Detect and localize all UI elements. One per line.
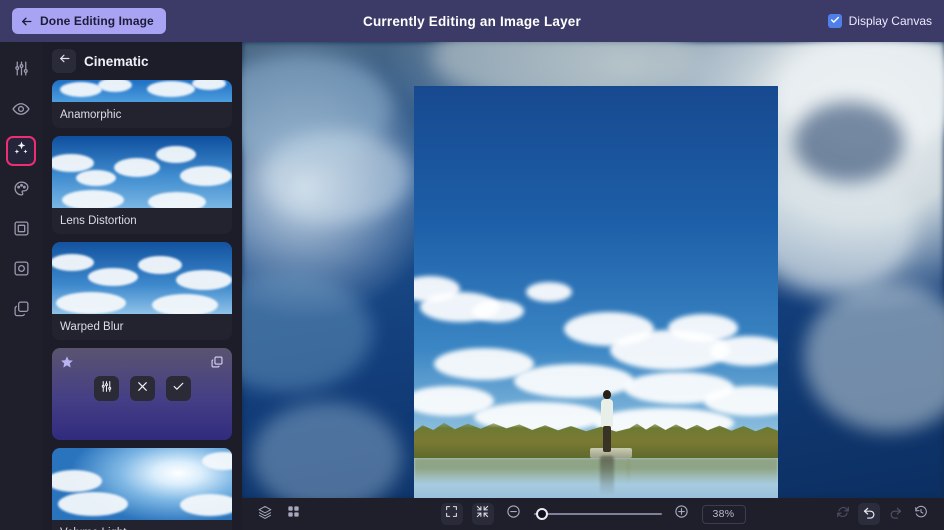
bottom-left-tools: [254, 503, 304, 525]
frame-icon: [13, 220, 30, 242]
panel-title: Cinematic: [84, 53, 149, 69]
grid-view-button[interactable]: [282, 503, 304, 525]
eye-icon: [12, 100, 30, 123]
panel-header: Cinematic: [42, 42, 242, 80]
rail-item-frame[interactable]: [6, 216, 36, 246]
undo-icon: [862, 504, 877, 524]
sliders-icon: [100, 380, 113, 398]
done-editing-image-label: Done Editing Image: [40, 14, 154, 28]
reset-button[interactable]: [832, 503, 854, 525]
layers-stack-button[interactable]: [254, 503, 276, 525]
effect-card-anamorphic[interactable]: Anamorphic: [52, 80, 232, 128]
grass-reflection-right: [628, 458, 778, 484]
collapse-corners-icon: [476, 505, 489, 523]
adjustments-icon: [13, 60, 30, 82]
arrow-left-icon: [20, 15, 33, 28]
effect-card-actions: [52, 376, 232, 401]
crop-focus-icon: [13, 260, 30, 282]
effect-card-label: Warped Blur: [60, 321, 124, 333]
apply-effect-button[interactable]: [165, 376, 191, 401]
history-controls: [832, 503, 932, 525]
fit-to-screen-button[interactable]: [440, 503, 463, 525]
undo-button[interactable]: [858, 503, 880, 525]
close-x-icon: [136, 380, 149, 398]
rail-item-layers-copy[interactable]: [6, 296, 36, 326]
rail-item-effects[interactable]: [6, 136, 36, 166]
rail-item-palette[interactable]: [6, 176, 36, 206]
effect-card-label: Volume Light: [52, 520, 232, 530]
check-icon: [830, 14, 840, 28]
clock-history-icon: [914, 505, 928, 524]
grid-icon: [287, 505, 300, 523]
check-icon: [172, 380, 185, 398]
history-button[interactable]: [910, 503, 932, 525]
editor-body: Cinematic Anamorphic Lens Distortion War…: [0, 42, 944, 530]
canvas-area: 38%: [242, 42, 944, 530]
effect-thumbnail: [52, 448, 232, 520]
image-editor-app: Done Editing Image Currently Editing an …: [0, 0, 944, 530]
top-bar: Done Editing Image Currently Editing an …: [0, 0, 944, 42]
effect-card-lens-distortion[interactable]: Lens Distortion: [52, 136, 232, 234]
expand-corners-icon: [445, 505, 458, 523]
effects-sparkle-icon: [13, 140, 30, 162]
zoom-slider[interactable]: [533, 506, 662, 522]
panel-back-button[interactable]: [52, 49, 76, 73]
collapse-to-fit-button[interactable]: [471, 503, 494, 525]
adjust-settings-button[interactable]: [93, 376, 119, 401]
inner-image-canvas[interactable]: [414, 86, 778, 498]
tool-rail: [0, 42, 42, 530]
effect-card-warped-blur[interactable]: Warped Blur: [52, 242, 232, 340]
bottom-toolbar: 38%: [242, 498, 944, 530]
effect-card-label: Anamorphic: [60, 109, 122, 121]
effect-card-selected[interactable]: [52, 348, 232, 440]
redo-icon: [888, 504, 903, 524]
display-canvas-label: Display Canvas: [848, 14, 932, 28]
layers-copy-icon: [13, 300, 30, 322]
star-icon[interactable]: [60, 355, 74, 374]
effects-panel: Cinematic Anamorphic Lens Distortion War…: [42, 42, 242, 530]
zoom-in-button[interactable]: [671, 503, 693, 525]
zoom-slider-track: [533, 513, 662, 515]
rail-item-preview-eye[interactable]: [6, 96, 36, 126]
plus-circle-icon: [674, 504, 689, 524]
effect-thumbnail: [52, 242, 232, 314]
zoom-out-button[interactable]: [503, 503, 525, 525]
effect-thumbnail: [52, 80, 232, 102]
effect-thumbnail: [52, 136, 232, 208]
display-canvas-checkbox[interactable]: [827, 14, 842, 28]
rail-item-adjustments[interactable]: [6, 56, 36, 86]
zoom-slider-handle[interactable]: [535, 508, 548, 520]
effect-card-label: Lens Distortion: [60, 215, 137, 227]
rail-item-crop-focus[interactable]: [6, 256, 36, 286]
cancel-effect-button[interactable]: [129, 376, 155, 401]
duplicate-icon[interactable]: [210, 355, 224, 374]
effect-card-volume-light[interactable]: Volume Light: [52, 448, 232, 530]
layers-icon: [258, 505, 272, 524]
person-figure: [600, 390, 614, 452]
image-editing-canvas[interactable]: [242, 42, 944, 498]
minus-circle-icon: [506, 504, 521, 524]
palette-icon: [13, 180, 30, 202]
done-editing-image-button[interactable]: Done Editing Image: [12, 8, 166, 34]
display-canvas-toggle[interactable]: Display Canvas: [827, 14, 932, 28]
grass-reflection-left: [414, 458, 629, 484]
redo-button[interactable]: [884, 503, 906, 525]
refresh-icon: [836, 505, 850, 524]
person-reflection: [600, 456, 614, 496]
effects-list[interactable]: Anamorphic Lens Distortion Warped Blur: [42, 80, 242, 530]
zoom-level-value[interactable]: 38%: [701, 504, 746, 524]
arrow-left-icon: [58, 52, 71, 70]
